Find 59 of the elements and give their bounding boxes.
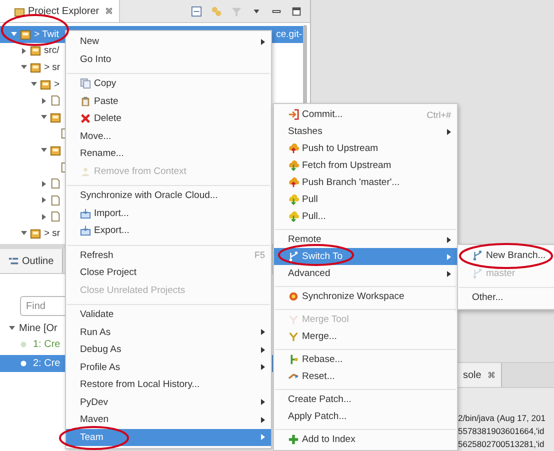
console-line: 5625802700513281,'id <box>458 438 546 451</box>
menu-item-label: Remove from Context <box>94 166 186 177</box>
menu-item-label: Team <box>80 432 104 443</box>
menu-item-label: New <box>80 36 100 48</box>
menu-item-label: Restore from Local History... <box>80 379 200 390</box>
menu-item-label: Push Branch 'master'... <box>302 177 400 188</box>
menu-item-label: Push to Upstream <box>302 143 378 154</box>
menu-item-label: Remote <box>288 234 322 245</box>
tree-label: ce.git- <box>276 28 302 40</box>
tree-label: > <box>54 78 60 90</box>
menu-item-label: Rename... <box>80 148 124 160</box>
menu-item-label: Close Project <box>80 267 136 278</box>
menu-item-label: Commit... <box>302 109 343 120</box>
task-label: 1: Cre <box>33 339 60 350</box>
console-line: 5578381903601664,'id <box>458 425 546 438</box>
tree-label: src/ <box>44 45 60 56</box>
menu-item-label: Refresh <box>80 250 114 261</box>
menu-item-label: Advanced <box>288 268 330 279</box>
menu-item-label: Fetch from Upstream <box>302 160 392 171</box>
menu-item-label: Rebase... <box>302 354 343 365</box>
menu-item-label: Stashes <box>288 126 322 137</box>
menu-item-label: Merge... <box>302 331 337 342</box>
menu-item-label: Switch To <box>302 251 342 262</box>
tree-label: > Twit <box>34 28 59 40</box>
menu-item-label: Import... <box>94 208 129 219</box>
task-label: 2: Cre <box>33 358 60 369</box>
menu-item-label: Synchronize with Oracle Cloud... <box>80 190 218 202</box>
menu-item-label: Merge Tool <box>302 314 349 325</box>
menu-item-label: Pull <box>302 194 318 205</box>
menu-item-label: Pull... <box>302 211 326 222</box>
menu-item-label: Export... <box>94 225 130 236</box>
menu-item-label: Debug As <box>80 344 122 356</box>
tree-label: > sr <box>44 228 60 239</box>
menu-item-label: master <box>486 268 516 279</box>
shortcut-label: Ctrl+# <box>426 110 451 120</box>
menu-item-label: Maven <box>80 414 109 426</box>
shortcut-label: F5 <box>254 250 265 260</box>
menu-item-label: Run As <box>80 326 111 338</box>
console-line: 2/bin/java (Aug 17, 201 <box>458 412 546 425</box>
tree-label: > sr <box>44 62 60 73</box>
menu-item-label: Close Unrelated Projects <box>80 284 186 296</box>
menu-item-label: Apply Patch... <box>288 411 347 422</box>
tab-title: sole <box>463 370 482 380</box>
menu-item-label: Move... <box>80 130 112 142</box>
menu-item-label: Delete <box>94 113 122 124</box>
menu-item-label: Synchronize Workspace <box>302 291 404 302</box>
menu-item-label: Add to Index <box>302 434 356 445</box>
menu-item-label: Profile As <box>80 362 120 373</box>
menu-item-label: New Branch... <box>486 250 546 262</box>
task-group-label: Mine [Or <box>19 322 58 334</box>
menu-item-label: PyDev <box>80 396 108 408</box>
menu-item-label: Create Patch... <box>288 394 352 405</box>
menu-item-label: Validate <box>80 309 114 320</box>
menu-item-label: Go Into <box>80 54 112 65</box>
tab-title: Project Explorer <box>28 6 100 16</box>
menu-item-label: Copy <box>94 78 116 90</box>
menu-item-label: Other... <box>472 292 504 304</box>
menu-item-label: Paste <box>94 96 118 107</box>
menu-item-label: Reset... <box>302 371 335 382</box>
